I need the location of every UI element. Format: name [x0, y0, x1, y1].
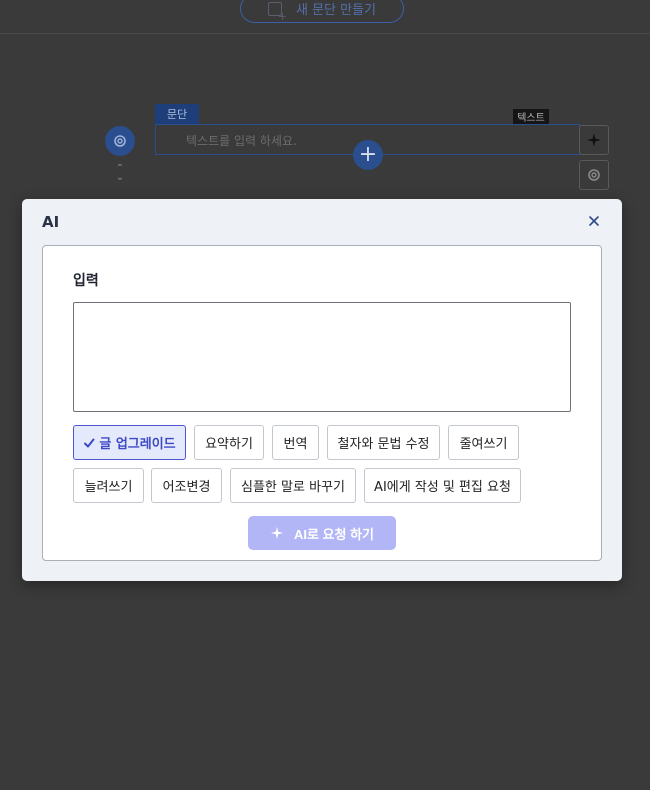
side-settings-button[interactable]	[579, 160, 609, 190]
new-paragraph-button[interactable]: 새 문단 만들기	[240, 0, 404, 23]
option-shorten[interactable]: 줄여쓰기	[448, 425, 519, 460]
move-updown-icon[interactable]: ⌃ ⌄	[114, 164, 126, 184]
block-settings-button[interactable]	[105, 126, 135, 156]
ai-request-button[interactable]: AI로 요청 하기	[248, 516, 396, 550]
add-block-button[interactable]: +	[353, 140, 383, 170]
sparkle-icon	[270, 526, 284, 540]
top-toolbar: 새 문단 만들기	[0, 0, 650, 34]
option-fix-spelling-grammar[interactable]: 철자와 문법 수정	[327, 425, 440, 460]
option-translate[interactable]: 번역	[272, 425, 319, 460]
close-icon	[589, 216, 599, 226]
close-button[interactable]	[584, 211, 604, 231]
new-paragraph-icon	[267, 1, 287, 23]
option-upgrade[interactable]: 글 업그레이드	[73, 425, 186, 460]
modal-title: AI	[42, 213, 60, 231]
input-label: 입력	[73, 273, 99, 289]
option-change-tone[interactable]: 어조변경	[151, 468, 222, 503]
check-icon	[84, 438, 95, 447]
option-simplify[interactable]: 심플한 말로 바꾸기	[230, 468, 356, 503]
ai-sparkle-button[interactable]	[579, 125, 609, 155]
ai-panel: 입력 글 업그레이드 요약하기 번역 철자와 문법 수정 줄여쓰기 늘려쓰기 어…	[42, 245, 602, 561]
text-block-placeholder: 텍스트를 입력 하세요.	[186, 134, 297, 148]
plus-icon: +	[358, 142, 378, 167]
paragraph-tag: 문단	[155, 104, 199, 124]
ai-request-label: AI로 요청 하기	[293, 526, 375, 542]
sparkle-icon	[587, 133, 601, 147]
ai-input-textarea[interactable]	[73, 302, 571, 412]
option-label: 글 업그레이드	[99, 437, 176, 452]
gear-icon	[114, 135, 126, 147]
ai-modal: AI 입력 글 업그레이드 요약하기 번역 철자와 문법 수정 줄여쓰기 늘려쓰…	[22, 199, 622, 581]
option-lengthen[interactable]: 늘려쓰기	[73, 468, 144, 503]
gear-icon	[588, 169, 600, 181]
option-summarize[interactable]: 요약하기	[194, 425, 264, 460]
text-tag: 텍스트	[513, 109, 549, 124]
new-paragraph-label: 새 문단 만들기	[295, 3, 377, 18]
option-ai-write-edit[interactable]: AI에게 작성 및 편집 요청	[364, 468, 521, 503]
